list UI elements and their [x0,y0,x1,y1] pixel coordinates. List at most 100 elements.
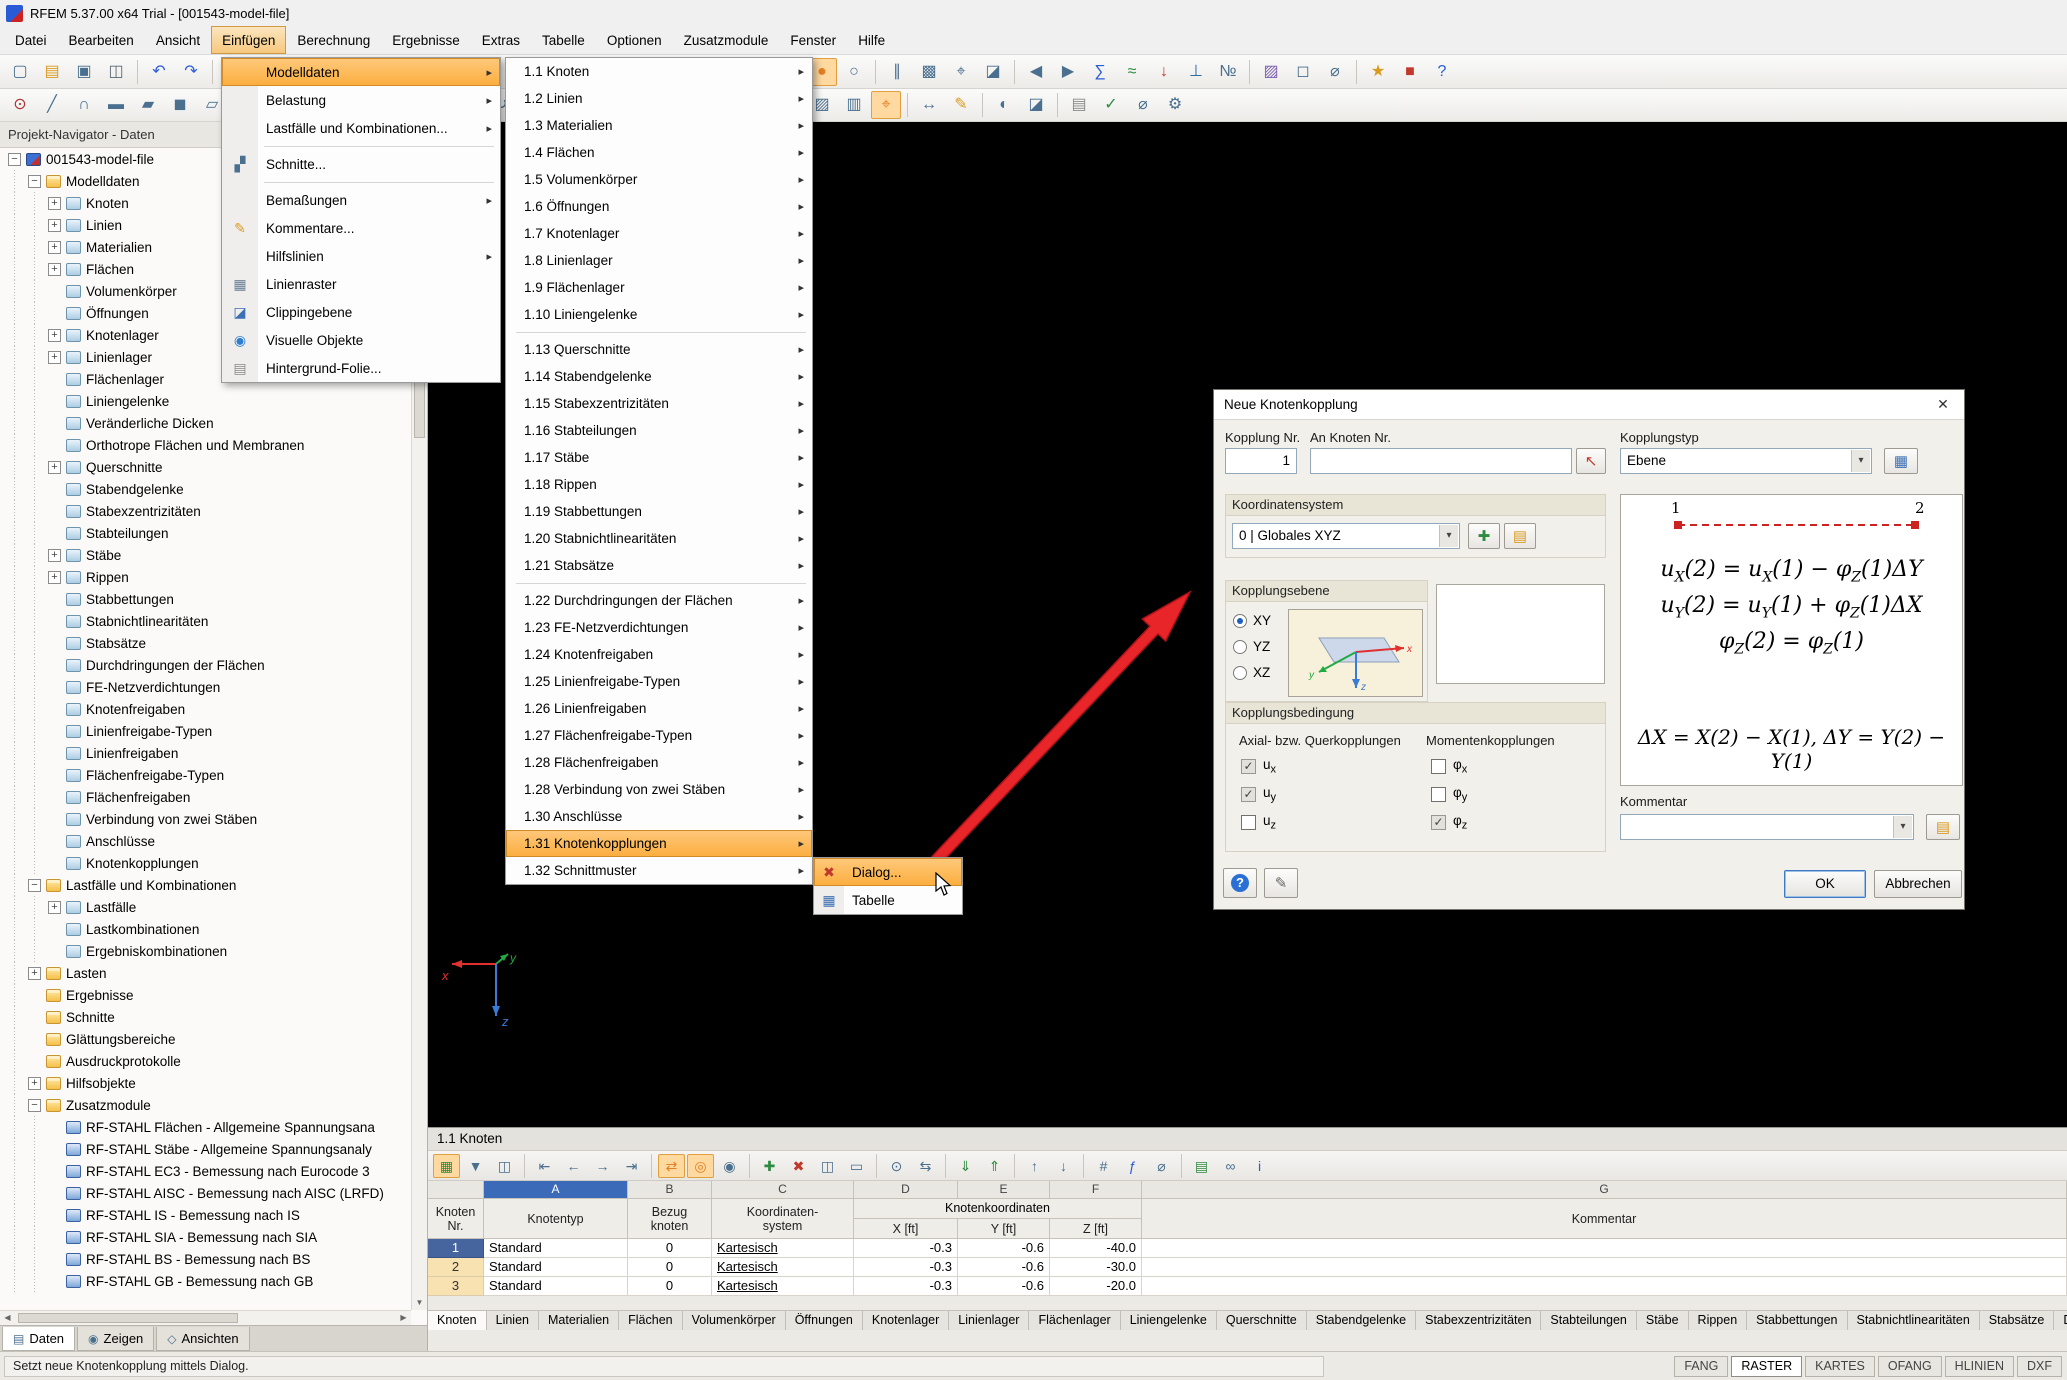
submenu-item-1-9-flächenlager[interactable]: 1.9 Flächenlager▸ [506,274,812,301]
tree-item-stabexzentrizitäten[interactable]: Stabexzentrizitäten [0,500,411,522]
menu-extras[interactable]: Extras [471,26,531,54]
submenu-item-1-5-volumenkörper[interactable]: 1.5 Volumenkörper▸ [506,166,812,193]
copy-row-button[interactable]: ◫ [814,1154,841,1178]
phiz-checkbox[interactable]: ✓ φz [1431,813,1467,832]
tree-item-linienfreigabe-typen[interactable]: Linienfreigabe-Typen [0,720,411,742]
table-views-button[interactable]: ◫ [491,1154,518,1178]
tree-item-knotenfreigaben[interactable]: Knotenfreigaben [0,698,411,720]
cell-koordsys[interactable]: Kartesisch [712,1258,854,1277]
tree-item-ergebnisse[interactable]: Ergebnisse [0,984,411,1006]
status-toggle-kartes[interactable]: KARTES [1805,1356,1875,1377]
insert-menu-item-kommentare[interactable]: ✎Kommentare... [222,214,500,242]
new-node-button[interactable]: ⊙ [5,91,35,119]
insert-menu-item-modelldaten[interactable]: Modelldaten▸ [222,58,500,86]
menu-fenster[interactable]: Fenster [779,26,847,54]
check-model-button[interactable]: ✓ [1096,91,1126,119]
comment-button[interactable]: ✎ [946,91,976,119]
table-tab-materialien[interactable]: Materialien [539,1311,619,1330]
cell-kommentar[interactable] [1142,1239,2067,1258]
tree-item-rf-stahl-sia-bemessung-nach-sia[interactable]: RF-STAHL SIA - Bemessung nach SIA [0,1226,411,1248]
kopplung-nr-input[interactable]: 1 [1225,448,1297,474]
scroll-right-icon[interactable]: ▶ [396,1311,411,1325]
insert-menu-item-hintergrund-folie[interactable]: ▤Hintergrund-Folie... [222,354,500,382]
menu-hilfe[interactable]: Hilfe [847,26,896,54]
import-table-button[interactable]: ⇓ [952,1154,979,1178]
tree-item-veränderliche-dicken[interactable]: Veränderliche Dicken [0,412,411,434]
kommentar-browse-button[interactable]: ▤ [1926,814,1960,840]
cell-kommentar[interactable] [1142,1258,2067,1277]
submenu-item-1-21-stabsätze[interactable]: 1.21 Stabsätze▸ [506,552,812,579]
table-tab-stabsätze[interactable]: Stabsätze [1980,1311,2055,1330]
submenu-item-1-19-stabbettungen[interactable]: 1.19 Stabbettungen▸ [506,498,812,525]
cell-bezug[interactable]: 0 [628,1258,712,1277]
work-plane-xz-button[interactable]: ▥ [839,91,869,119]
tree-item-anschlüsse[interactable]: Anschlüsse [0,830,411,852]
tree-expander-icon[interactable]: − [8,153,21,166]
tree-item-lastfälle[interactable]: +Lastfälle [0,896,411,918]
submenu-item-1-22-durchdringungen-der-flächen[interactable]: 1.22 Durchdringungen der Flächen▸ [506,587,812,614]
insert-menu-item-clippingebene[interactable]: ◪Clippingebene [222,298,500,326]
menu-tabelle[interactable]: Tabelle [531,26,596,54]
navigator-tab-zeigen[interactable]: ◉Zeigen [77,1327,154,1351]
menu-bearbeiten[interactable]: Bearbeiten [58,26,145,54]
tree-expander-icon[interactable]: + [48,901,61,914]
new-solid-button[interactable]: ◼ [165,91,195,119]
cell-z[interactable]: -40.0 [1050,1239,1142,1258]
coupling-menu-item-dialog[interactable]: ✖Dialog... [814,858,962,886]
clipping-plane-button[interactable]: ◪ [1021,91,1051,119]
new-coordinate-system-button[interactable]: ✚ [1468,523,1500,549]
display-settings-button[interactable]: ⚙ [1160,91,1190,119]
cell-koordsys[interactable]: Kartesisch [712,1277,854,1296]
menu-berechnung[interactable]: Berechnung [286,26,381,54]
table-tab-volumenkörper[interactable]: Volumenkörper [683,1311,786,1330]
tree-item-orthotrope-flächen-und-membranen[interactable]: Orthotrope Flächen und Membranen [0,434,411,456]
kommentar-combobox[interactable]: ▾ [1620,814,1914,840]
cell-x[interactable]: -0.3 [854,1277,958,1296]
dimension-button[interactable]: ↔ [914,91,944,119]
cell-x[interactable]: -0.3 [854,1258,958,1277]
empty-row-button[interactable]: ▭ [843,1154,870,1178]
cell-kommentar[interactable] [1142,1277,2067,1296]
tree-item-querschnitte[interactable]: +Querschnitte [0,456,411,478]
table-filter-button[interactable]: ▼ [462,1154,489,1178]
tree-item-ergebniskombinationen[interactable]: Ergebniskombinationen [0,940,411,962]
column-letter-f[interactable]: F [1050,1181,1142,1199]
new-surface-button[interactable]: ▰ [133,91,163,119]
status-toggle-dxf[interactable]: DXF [2017,1356,2062,1377]
status-toggle-fang[interactable]: FANG [1674,1356,1728,1377]
column-letter-b[interactable]: B [628,1181,712,1199]
cell-knotentyp[interactable]: Standard [484,1277,628,1296]
tree-item-stabteilungen[interactable]: Stabteilungen [0,522,411,544]
tree-item-rf-stahl-gb-bemessung-nach-gb[interactable]: RF-STAHL GB - Bemessung nach GB [0,1270,411,1292]
table-tab-linien[interactable]: Linien [487,1311,539,1330]
stop-calculation-button[interactable]: ■ [1395,58,1425,86]
tree-item-stabbettungen[interactable]: Stabbettungen [0,588,411,610]
table-tab-durchdringung[interactable]: Durchdringung [2054,1311,2067,1330]
table-settings-button[interactable]: ▦ [433,1154,460,1178]
insert-menu-item-lastfälle-und-kombinationen[interactable]: Lastfälle und Kombinationen...▸ [222,114,500,142]
dialog-close-icon[interactable]: ✕ [1932,396,1954,413]
guidelines-button[interactable]: ∥ [882,58,912,86]
highlight-row-button[interactable]: ◉ [716,1154,743,1178]
window-titlebar[interactable]: RFEM 5.37.00 x64 Trial - [001543-model-f… [0,0,2067,26]
submenu-item-1-2-linien[interactable]: 1.2 Linien▸ [506,85,812,112]
find-button[interactable]: ⊙ [883,1154,910,1178]
submenu-item-1-4-flächen[interactable]: 1.4 Flächen▸ [506,139,812,166]
tree-item-ausdruckprotokolle[interactable]: Ausdruckprotokolle [0,1050,411,1072]
insert-menu-item-bemaßungen[interactable]: Bemaßungen▸ [222,186,500,214]
submenu-item-1-30-anschlüsse[interactable]: 1.30 Anschlüsse▸ [506,803,812,830]
table-tab-flächen[interactable]: Flächen [619,1311,682,1330]
tree-expander-icon[interactable]: + [48,351,61,364]
submenu-item-1-18-rippen[interactable]: 1.18 Rippen▸ [506,471,812,498]
menu-ergebnisse[interactable]: Ergebnisse [381,26,471,54]
table-corner[interactable] [428,1181,484,1199]
background-layer-button[interactable]: ▤ [1064,91,1094,119]
open-file-button[interactable]: ▤ [37,58,67,86]
print-button[interactable]: ◫ [101,58,131,86]
table-tab-rippen[interactable]: Rippen [1689,1311,1748,1330]
visibility-modes-button[interactable]: ◐ [989,91,1019,119]
delete-row-button[interactable]: ✖ [785,1154,812,1178]
ole-link-button[interactable]: ∞ [1217,1154,1244,1178]
radio-xz[interactable]: XZ [1233,665,1270,680]
plane-snap-button[interactable]: ⌖ [871,91,901,119]
